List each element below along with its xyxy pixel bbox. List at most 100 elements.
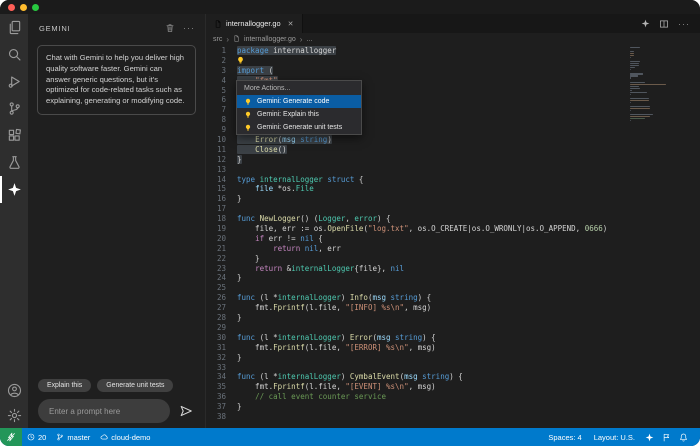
breadcrumb-file[interactable]: internallogger.go <box>244 36 296 43</box>
line-content <box>233 165 237 175</box>
minimap-line <box>630 67 635 69</box>
minimap-line <box>630 65 640 67</box>
menu-item-gemini-generate-code[interactable]: Gemini: Generate code <box>237 95 361 108</box>
code-line[interactable]: 36 // call event counter service <box>206 392 700 402</box>
flag-icon[interactable] <box>658 433 675 442</box>
chevron-right-icon: › <box>226 35 230 44</box>
line-number: 14 <box>216 174 226 184</box>
code-line[interactable]: 23 return &internalLogger{file}, nil <box>206 264 700 274</box>
code-line[interactable]: 35 fmt.Fprintf(l.file, "[EVENT] %s\n", m… <box>206 382 700 392</box>
lightbulb-icon[interactable] <box>236 56 244 65</box>
status-item-layout-u-s-[interactable]: Layout: U.S. <box>588 433 641 442</box>
activity-item-testing[interactable] <box>0 149 28 176</box>
code-line[interactable]: 22 } <box>206 254 700 264</box>
code-line[interactable]: 18 func NewLogger() (Logger, error) { <box>206 214 700 224</box>
line-number: 36 <box>216 392 226 402</box>
code-line[interactable]: 38 <box>206 412 700 422</box>
line-content: return nil, err <box>273 243 341 253</box>
remote-indicator[interactable] <box>0 428 22 446</box>
code-line[interactable]: 28} <box>206 313 700 323</box>
code-editor[interactable]: 1package internallogger23import (4 "fmt"… <box>206 46 700 428</box>
sidebar-title: GEMINI <box>39 23 71 33</box>
activity-item-settings[interactable] <box>0 403 28 428</box>
line-number: 29 <box>216 322 226 332</box>
status-item-master[interactable]: master <box>51 433 95 442</box>
code-line[interactable]: 21 return nil, err <box>206 244 700 254</box>
breadcrumb-symbol[interactable]: ... <box>306 36 312 43</box>
breadcrumb-src[interactable]: src <box>213 36 222 43</box>
maximize-window-button[interactable] <box>32 3 39 11</box>
code-line[interactable]: 19 file, err := os.OpenFile("log.txt", o… <box>206 224 700 234</box>
code-line[interactable]: 29 <box>206 323 700 333</box>
code-line[interactable]: 13 <box>206 165 700 175</box>
minimap-line <box>630 116 650 118</box>
status-item-20[interactable]: 20 <box>22 433 51 442</box>
activity-item-extensions[interactable] <box>0 122 28 149</box>
activity-item-gemini[interactable] <box>0 176 28 203</box>
menu-item-gemini-generate-unit-tests[interactable]: Gemini: Generate unit tests <box>237 121 361 134</box>
editor-more-icon[interactable]: ··· <box>678 19 690 28</box>
code-line[interactable]: 15 file *os.File <box>206 184 700 194</box>
sparkle-icon[interactable] <box>641 433 658 442</box>
bell-icon[interactable] <box>675 433 692 442</box>
line-number: 35 <box>216 382 226 392</box>
trash-icon[interactable] <box>165 23 175 33</box>
activity-item-accounts[interactable] <box>0 378 28 403</box>
code-line[interactable]: 11 Close() <box>206 144 700 155</box>
close-window-button[interactable] <box>8 3 15 11</box>
line-number: 32 <box>216 352 226 362</box>
code-line[interactable]: 30 func (l *internalLogger) Error(msg str… <box>206 333 700 343</box>
code-line[interactable]: 14 type internalLogger struct { <box>206 175 700 185</box>
minimap-line <box>630 89 633 91</box>
menu-header: More Actions... <box>244 85 291 92</box>
more-actions-icon[interactable]: ··· <box>183 24 195 33</box>
split-editor-icon[interactable] <box>659 19 669 29</box>
send-icon[interactable] <box>177 402 195 420</box>
tab-close-icon[interactable]: ✕ <box>288 20 294 28</box>
line-content: } <box>237 154 242 164</box>
status-label: 20 <box>38 432 47 442</box>
minimap-line <box>630 118 645 120</box>
activity-item-run-debug[interactable] <box>0 68 28 95</box>
code-line[interactable]: 2 <box>206 56 700 66</box>
activity-item-source-control[interactable] <box>0 95 28 122</box>
code-line[interactable]: 12} <box>206 154 700 165</box>
code-line[interactable]: 1 package internallogger <box>206 46 700 56</box>
code-line[interactable]: 17 <box>206 204 700 214</box>
status-item-spaces-4[interactable]: Spaces: 4 <box>542 433 587 442</box>
code-line[interactable]: 16} <box>206 194 700 204</box>
activity-item-search[interactable] <box>0 41 28 68</box>
code-line[interactable]: 20 if err != nil { <box>206 234 700 244</box>
line-number: 3 <box>221 65 226 75</box>
minimap[interactable] <box>630 47 670 124</box>
code-line[interactable]: 3 import ( <box>206 65 700 76</box>
tab-internallogger[interactable]: internallogger.go ✕ <box>206 14 303 33</box>
code-line[interactable]: 27 fmt.Fprintf(l.file, "[INFO] %s\n", ms… <box>206 303 700 313</box>
code-line[interactable]: 25 <box>206 283 700 293</box>
code-line[interactable]: 26 func (l *internalLogger) Info(msg stri… <box>206 293 700 303</box>
code-line[interactable]: 34 func (l *internalLogger) CymbalEvent(m… <box>206 372 700 382</box>
code-line[interactable]: 33 <box>206 363 700 373</box>
line-number: 25 <box>216 283 226 293</box>
status-item-cloud-demo[interactable]: cloud-demo <box>95 433 155 442</box>
chip-generate-unit-tests[interactable]: Generate unit tests <box>97 379 174 392</box>
code-line[interactable]: 32} <box>206 353 700 363</box>
prompt-input[interactable] <box>38 399 170 423</box>
code-line[interactable]: 31 fmt.Fprintf(l.file, "[ERROR] %s\n", m… <box>206 343 700 353</box>
code-line[interactable]: 37} <box>206 402 700 412</box>
menu-item-gemini-explain-this[interactable]: Gemini: Explain this <box>237 108 361 121</box>
beaker-icon <box>7 155 22 170</box>
line-number: 17 <box>216 204 226 214</box>
chip-explain-this[interactable]: Explain this <box>38 379 92 392</box>
code-line[interactable]: 24} <box>206 273 700 283</box>
line-content: return &internalLogger{file}, nil <box>255 263 405 273</box>
activity-item-explorer[interactable] <box>0 14 28 41</box>
line-content: } <box>237 273 242 283</box>
minimize-window-button[interactable] <box>20 3 27 11</box>
sidebar-header: GEMINI ··· <box>28 14 205 35</box>
minimap-line <box>630 99 650 101</box>
line-number: 19 <box>216 224 226 234</box>
code-line[interactable]: 10 Error(msg string) <box>206 135 700 145</box>
line-content: Error(msg string) <box>233 135 332 145</box>
gemini-sparkle-icon[interactable] <box>641 19 650 28</box>
